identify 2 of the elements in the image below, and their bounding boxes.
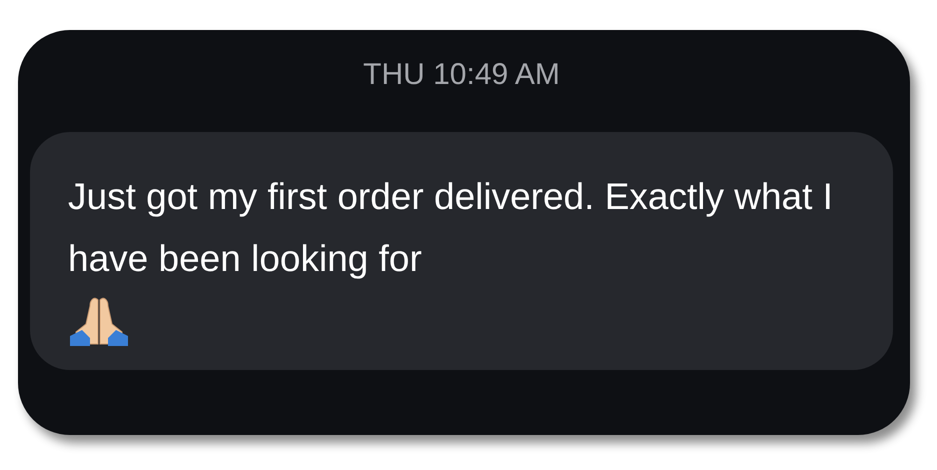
timestamp: THU 10:49 AM <box>363 58 560 92</box>
message-text: Just got my first order delivered. Exactly what I have been looking for <box>68 175 834 281</box>
